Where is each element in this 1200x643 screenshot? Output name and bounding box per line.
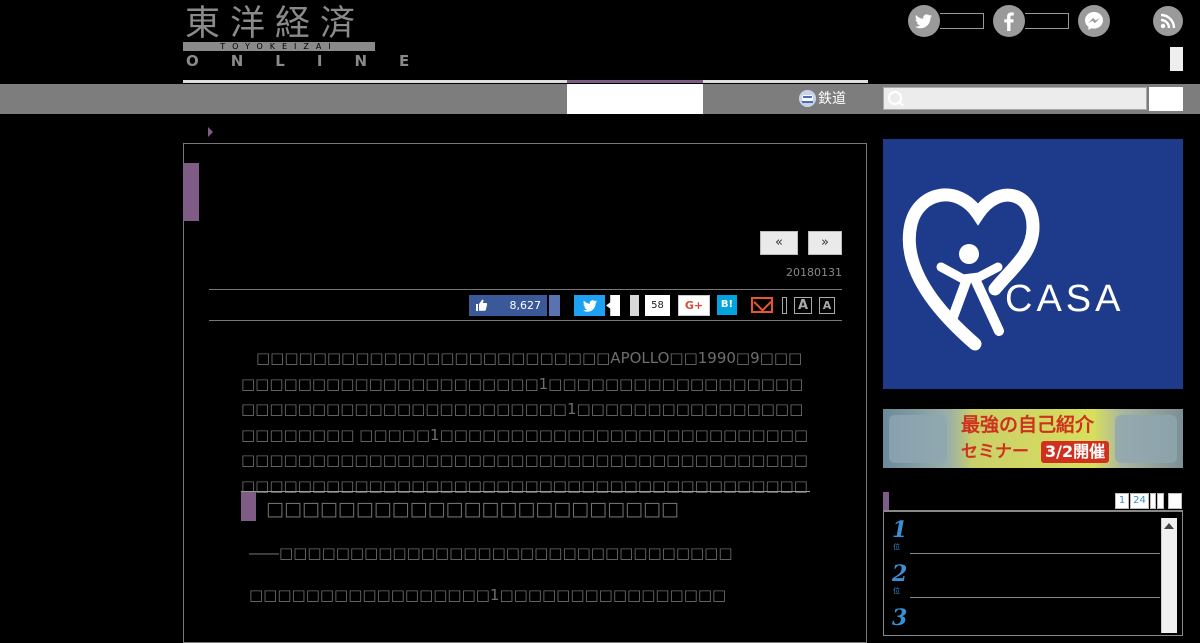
seminar-ad-banner[interactable]: 最強の自己紹介 セミナー 3/2開催 (883, 409, 1183, 468)
facebook-icon[interactable] (993, 5, 1025, 37)
font-small-button[interactable]: A (819, 297, 835, 314)
seminar-date: 3/2開催 (1041, 441, 1110, 463)
ranking-tab-week[interactable] (1150, 493, 1156, 509)
google-plus-button[interactable]: G+ (678, 295, 710, 316)
next-page-button[interactable]: » (808, 231, 842, 255)
subheading-rule (241, 491, 810, 492)
ranking-tab-more[interactable] (1168, 493, 1182, 509)
qa-answer: □□□□□□□□□□□□□□□□□1□□□□□□□□□□□□□□□□ (249, 586, 727, 604)
divider (209, 289, 842, 290)
facebook-share-button[interactable] (549, 295, 560, 316)
subheading-accent (241, 492, 256, 521)
hatena-bookmark-button[interactable]: B! (717, 295, 737, 315)
font-large-button[interactable]: A (794, 297, 812, 314)
ranking-separator (910, 553, 1160, 554)
ranking-suffix: 位 (893, 543, 900, 551)
facebook-like-count: 8,627 (509, 299, 542, 312)
search-icon (888, 91, 902, 105)
facebook-count (1025, 13, 1069, 29)
header-side-tab[interactable] (1170, 47, 1183, 71)
tweet-button[interactable] (574, 295, 605, 316)
facebook-like-button[interactable]: 8,627 (469, 295, 547, 316)
casa-ad-banner[interactable]: ® CASA (883, 139, 1183, 389)
illustration-people-right (1115, 415, 1177, 463)
article-subheading: □□□□□□□□□□□□□□□□□□□□□□□ (266, 498, 679, 520)
breadcrumb-arrow-icon (208, 127, 213, 137)
train-icon (799, 90, 816, 107)
ranking-separator (910, 597, 1160, 598)
title-accent (183, 163, 199, 221)
article-date: 20180131 (786, 266, 842, 279)
ranking-number: 2 (892, 561, 908, 587)
search-input[interactable] (883, 87, 1147, 110)
seminar-title: 最強の自己紹介 (961, 414, 1095, 436)
ranking-scrollbar[interactable] (1161, 518, 1177, 633)
seminar-subtitle: セミナー (961, 442, 1029, 462)
casa-heart-logo-icon (902, 188, 1040, 351)
casa-registered-mark: ® (993, 280, 1002, 290)
rss-icon[interactable] (1153, 6, 1183, 36)
nav-rail-link[interactable]: 鉄道 (818, 89, 846, 109)
ranking-suffix: 位 (893, 587, 900, 595)
divider (209, 320, 842, 321)
thumbs-up-icon (474, 295, 488, 316)
ranking-list (883, 511, 1183, 636)
ranking-tab-24h[interactable]: 24 (1130, 493, 1149, 509)
nav-active-accent (567, 80, 703, 83)
qa-question: ――□□□□□□□□□□□□□□□□□□□□□□□□□□□□□□□□ (249, 544, 733, 562)
illustration-people-left (889, 415, 947, 463)
prev-page-button[interactable]: « (760, 231, 798, 255)
ranking-number: 1 (892, 517, 908, 543)
logo-romaji: TOYOKEIZAI (183, 42, 375, 51)
logo-kanji[interactable]: 東洋経済 (185, 4, 365, 44)
nav-tab-active[interactable] (567, 84, 703, 114)
twitter-icon[interactable] (908, 5, 940, 37)
ranking-accent (883, 492, 889, 510)
nav-top-line (183, 80, 868, 83)
messenger-icon[interactable] (1078, 5, 1110, 37)
twitter-count (940, 13, 984, 29)
casa-brand-text: CASA (1005, 278, 1125, 320)
ranking-tab-month[interactable] (1157, 493, 1164, 509)
scroll-up-arrow-icon[interactable] (1164, 523, 1174, 529)
mail-icon[interactable] (751, 297, 773, 313)
ranking-tab-1h[interactable]: 1 (1115, 493, 1129, 509)
ranking-number: 3 (892, 605, 908, 631)
logo-online: ONLINE (186, 52, 442, 70)
search-button[interactable] (1149, 87, 1183, 111)
print-button[interactable] (782, 297, 787, 314)
hatena-count: 58 (645, 295, 670, 316)
hatena-count-left (630, 295, 639, 316)
